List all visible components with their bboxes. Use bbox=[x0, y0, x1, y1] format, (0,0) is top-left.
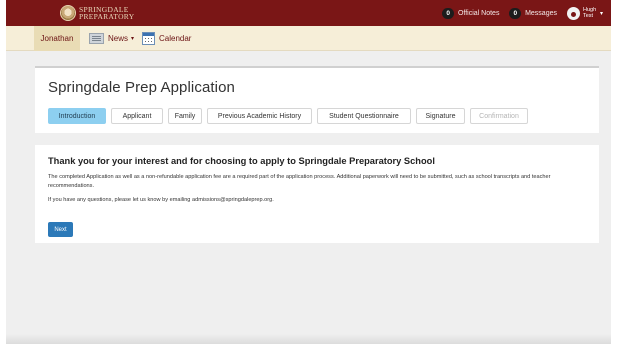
page-title: Springdale Prep Application bbox=[48, 79, 235, 96]
user-avatar-icon[interactable] bbox=[566, 6, 580, 20]
next-button[interactable]: Next bbox=[48, 222, 73, 237]
tab-previous-academic-history[interactable]: Previous Academic History bbox=[207, 108, 312, 124]
bottom-divider bbox=[6, 334, 611, 344]
school-logo[interactable]: SPRINGDALE PREPARATORY bbox=[60, 4, 134, 22]
user-menu-caret-icon[interactable]: ▾ bbox=[600, 10, 603, 17]
intro-paragraph: The completed Application as well as a n… bbox=[48, 174, 551, 189]
logo-line-2: PREPARATORY bbox=[79, 12, 135, 21]
intro-heading: Thank you for your interest and for choo… bbox=[48, 156, 435, 166]
tab-introduction[interactable]: Introduction bbox=[48, 108, 106, 124]
application-header-card: Springdale Prep Application Introduction… bbox=[35, 66, 599, 133]
messages-count: 0 bbox=[509, 7, 522, 19]
introduction-card: Thank you for your interest and for choo… bbox=[35, 145, 599, 243]
tab-signature[interactable]: Signature bbox=[416, 108, 465, 124]
news-icon bbox=[89, 33, 104, 44]
tab-family[interactable]: Family bbox=[168, 108, 202, 124]
contact-paragraph: If you have any questions, please let us… bbox=[48, 197, 274, 203]
user-menu[interactable]: Hugh Test bbox=[583, 7, 597, 19]
chevron-down-icon: ▾ bbox=[131, 36, 135, 42]
crest-icon bbox=[60, 5, 76, 21]
nav-item-label: Jonathan bbox=[40, 34, 74, 43]
sub-navigation: Jonathan News ▾ Calendar bbox=[6, 26, 611, 51]
top-bar: SPRINGDALE PREPARATORY 0 Official Notes … bbox=[6, 0, 611, 26]
tab-applicant[interactable]: Applicant bbox=[111, 108, 163, 124]
user-last-name: Test bbox=[582, 13, 594, 19]
nav-item-news[interactable]: News ▾ bbox=[89, 26, 134, 51]
nav-item-jonathan[interactable]: Jonathan bbox=[34, 26, 80, 51]
app-frame: SPRINGDALE PREPARATORY 0 Official Notes … bbox=[6, 0, 611, 344]
official-notes-count: 0 bbox=[442, 7, 454, 19]
nav-item-label: News bbox=[108, 34, 129, 43]
messages-link[interactable]: Messages bbox=[525, 10, 557, 17]
header-actions: 0 Official Notes 0 Messages Hugh Test ▾ bbox=[442, 0, 603, 26]
tab-student-questionnaire[interactable]: Student Questionnaire bbox=[317, 108, 411, 124]
logo-text: SPRINGDALE PREPARATORY bbox=[79, 5, 135, 21]
official-notes-link[interactable]: Official Notes bbox=[458, 10, 500, 17]
nav-item-calendar[interactable]: Calendar bbox=[142, 26, 191, 51]
calendar-icon bbox=[142, 32, 155, 45]
nav-item-label: Calendar bbox=[159, 34, 192, 43]
tab-confirmation: Confirmation bbox=[470, 108, 528, 124]
